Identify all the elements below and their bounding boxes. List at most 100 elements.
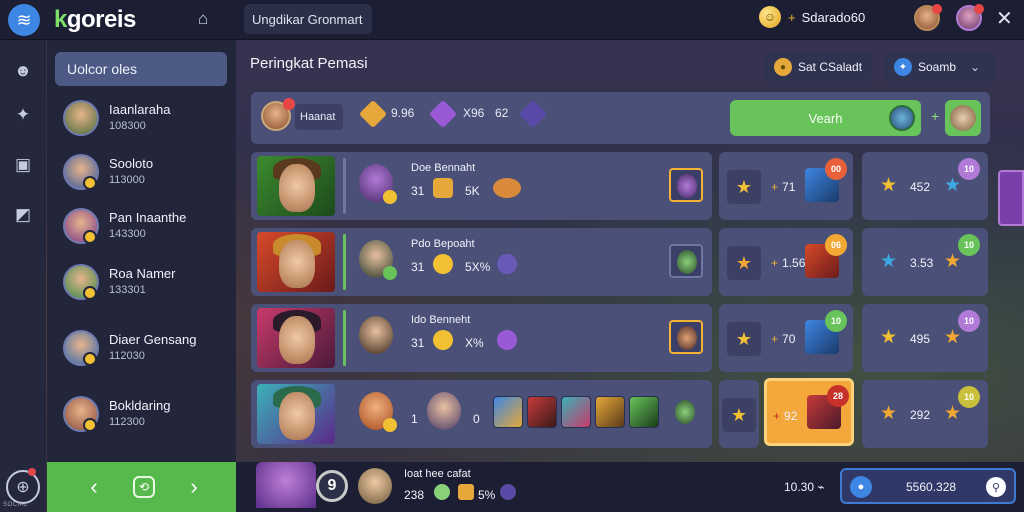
leaderboard-row[interactable]: Doe Bennaht 31 5K — [251, 152, 712, 220]
stat-card[interactable]: ★ +71 00 — [719, 152, 853, 220]
profile-badge — [974, 4, 984, 14]
reward-badge: 00 — [825, 158, 847, 180]
star-icon: ★ — [727, 322, 761, 356]
hero-icon — [359, 316, 393, 354]
left-rail: ☻ ✦ ▣ ◩ — [0, 40, 46, 512]
refresh-icon[interactable]: ⟲ — [133, 476, 155, 498]
star-icon: ★ — [727, 246, 761, 280]
row-value: 1 — [411, 412, 418, 426]
search-opponent-button[interactable]: Vearh — [730, 100, 921, 136]
stat-card[interactable]: ★ 495 ★ 10 — [862, 304, 988, 372]
bottom-player-bar: 9 Ioat hee cafat 238 5% 10.30 ⌁ ● 5560.3… — [236, 462, 1024, 512]
leaderboard-row[interactable]: 1 0 — [251, 380, 712, 448]
search-opponent-label: Vearh — [808, 110, 843, 126]
stat-card-highlighted[interactable]: +92 28 — [764, 378, 854, 446]
friends-header[interactable]: Uolcor oles — [55, 52, 227, 86]
reward-badge: 10 — [825, 310, 847, 332]
hero-face — [279, 316, 315, 364]
star-icon: ★ — [722, 398, 756, 432]
quest-icon[interactable]: ▣ — [12, 154, 34, 176]
friend-item[interactable]: Pan Inaanthe 143300 — [63, 206, 233, 250]
opponent-slot[interactable] — [945, 100, 981, 136]
gallery-icon[interactable]: ◩ — [12, 204, 34, 226]
star-icon: ★ — [944, 403, 962, 424]
side-banner[interactable] — [998, 170, 1024, 226]
hero-token-icon — [518, 99, 548, 129]
equipped-item-slot[interactable] — [669, 320, 703, 354]
friend-score: 112030 — [109, 350, 145, 362]
shop-icon[interactable]: ✦ — [12, 104, 34, 126]
gold-gem-icon — [358, 99, 388, 129]
leaderboard-row[interactable]: Pdo Bepoaht 31 5X% — [251, 228, 712, 296]
search-field[interactable]: Ungdikar Gronmart — [244, 4, 372, 34]
summary-value: 62 — [495, 106, 509, 120]
hero-face — [279, 240, 315, 288]
previous-button[interactable]: ‹ — [81, 474, 107, 500]
gem-icon — [434, 484, 450, 500]
blue-star-icon: ★ — [880, 251, 898, 272]
globe-icon: ✦ — [894, 58, 912, 76]
plus-icon: + — [771, 256, 779, 270]
character-icon[interactable]: ☻ — [12, 60, 34, 82]
friend-item[interactable]: Iaanlaraha 108300 — [63, 98, 233, 142]
friend-status-icon — [83, 230, 97, 244]
player-name: Ioat hee cafat — [404, 468, 471, 480]
stat-card[interactable]: ★ 3.53 ★ 10 — [862, 228, 988, 296]
friend-item[interactable]: Roa Namer 133301 — [63, 262, 233, 306]
stat-value: 292 — [910, 408, 931, 422]
social-icon[interactable]: ⊕ — [6, 470, 40, 504]
notification-badge — [932, 4, 942, 14]
search-icon[interactable]: ⚲ — [986, 477, 1006, 497]
friend-item[interactable]: Sooloto 113000 — [63, 152, 233, 196]
equipped-item-slot[interactable] — [669, 244, 703, 278]
next-button[interactable]: › — [181, 474, 207, 500]
hero-icon — [427, 392, 461, 430]
row-value: 31 — [411, 260, 425, 274]
leaderboard-row[interactable]: Ido Benneht 31 X% — [251, 304, 712, 372]
orb-icon — [497, 254, 517, 274]
player-portrait[interactable] — [256, 462, 316, 508]
season-filter[interactable]: ● Sat CSaladt — [764, 52, 873, 82]
friend-item[interactable]: Diaer Gensang 112030 — [63, 328, 233, 372]
region-dropdown[interactable]: ✦ Soamb ⌄ — [884, 52, 996, 82]
friend-score: 108300 — [109, 120, 146, 132]
equipped-item-icon — [677, 174, 697, 198]
stat-card[interactable]: ★ +1.56 06 — [719, 228, 853, 296]
menu-icon[interactable]: ≋ — [8, 4, 40, 36]
stat-card[interactable]: ★ 292 ★ 10 — [862, 380, 988, 448]
timer-display: 10.30 ⌁ — [784, 480, 825, 494]
top-bar: ≋ kgoreis ⌂ Ungdikar Gronmart ☺ + Sdarado… — [0, 0, 1024, 40]
row-value: 31 — [411, 184, 425, 198]
player-search-box[interactable]: ● 5560.328 ⚲ — [840, 468, 1016, 504]
currency-value: Sdarado60 — [801, 10, 866, 25]
friend-score: 133301 — [109, 284, 146, 296]
reward-badge: 10 — [958, 158, 980, 180]
friend-name: Bokldaring — [109, 398, 171, 413]
equipped-item-slot[interactable] — [669, 396, 703, 430]
reward-badge: 10 — [958, 310, 980, 332]
team-member-icon — [561, 396, 591, 428]
hero-portrait — [257, 384, 335, 444]
stat-value: +71 — [771, 180, 795, 194]
player-name: Haanat — [295, 104, 343, 130]
region-dropdown-label: Soamb — [918, 60, 957, 74]
page-title: Peringkat Pemasi — [250, 55, 368, 72]
add-currency-icon[interactable]: + — [788, 10, 796, 25]
friend-item[interactable]: Bokldaring 112300 — [63, 394, 233, 438]
plus-icon: + — [773, 409, 781, 423]
blue-star-icon: ★ — [944, 175, 962, 196]
close-icon[interactable]: ✕ — [996, 6, 1013, 31]
stat-value: +70 — [771, 332, 795, 346]
social-label: SOCIAL — [3, 502, 29, 508]
stat-card[interactable]: ★ 452 ★ 10 — [862, 152, 988, 220]
row-label: Doe Bennaht — [411, 162, 476, 174]
home-icon[interactable]: ⌂ — [198, 9, 208, 29]
add-icon[interactable]: + — [931, 108, 939, 124]
equipped-item-slot[interactable] — [669, 168, 703, 202]
equipped-item-icon — [677, 326, 697, 350]
app-logo: kgoreis — [54, 6, 136, 34]
hero-face — [279, 392, 315, 440]
hero-face — [279, 164, 315, 212]
friend-status-icon — [83, 352, 97, 366]
stat-card[interactable]: ★ +70 10 — [719, 304, 853, 372]
